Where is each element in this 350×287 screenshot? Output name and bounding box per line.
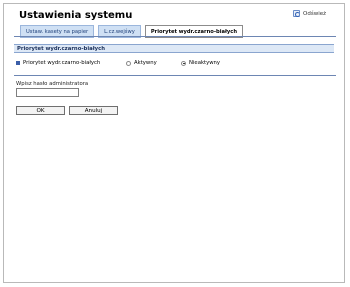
setting-label: Priorytet wydr.czarno-białych <box>23 60 101 66</box>
section-header: Priorytet wydr.czarno-białych <box>14 44 334 53</box>
radio-inactive[interactable] <box>181 60 186 66</box>
option-active-label: Aktywny <box>134 60 157 66</box>
section-divider <box>14 75 336 76</box>
option-inactive[interactable]: Nieaktywny <box>181 60 220 66</box>
setting-row: Priorytet wydr.czarno-białych Aktywny Ni… <box>16 58 334 68</box>
password-input[interactable] <box>16 88 79 97</box>
tab-divider <box>14 36 336 37</box>
ok-button[interactable]: OK <box>16 106 65 115</box>
password-label: Wpisz hasło administratora <box>16 81 89 87</box>
refresh-label: Odśwież <box>303 10 326 17</box>
option-inactive-label: Nieaktywny <box>189 60 221 66</box>
bullet-icon <box>16 61 20 65</box>
refresh-button[interactable]: Odśwież <box>293 10 326 17</box>
cancel-button[interactable]: Anuluj <box>69 106 118 115</box>
page-title: Ustawienia systemu <box>19 10 133 21</box>
option-active[interactable]: Aktywny <box>126 60 181 66</box>
radio-active[interactable] <box>126 60 131 66</box>
refresh-icon <box>293 10 301 17</box>
